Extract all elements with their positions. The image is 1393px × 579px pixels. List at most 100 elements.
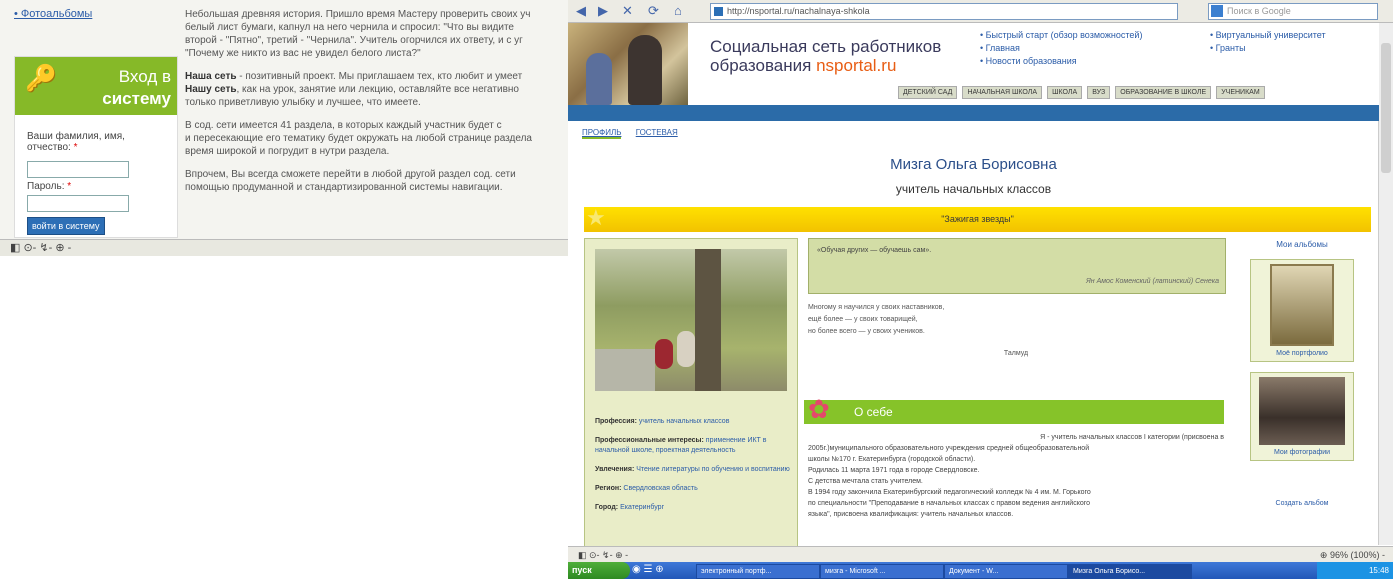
album-caption[interactable]: Мои фотографии — [1255, 449, 1349, 456]
album-photos[interactable]: Мои фотографии — [1250, 372, 1354, 461]
back-icon[interactable]: ◀ — [576, 3, 586, 19]
album-thumbnail — [1270, 264, 1334, 346]
story-line: "Почему же никто из вас не увидел белого… — [185, 48, 421, 59]
taskbar-item[interactable]: электронный портф... — [696, 564, 820, 579]
reload-icon[interactable]: ⟳ — [648, 3, 659, 19]
favicon-icon — [714, 7, 723, 16]
start-button[interactable]: пуск — [568, 562, 630, 579]
story-line: Небольшая древняя история. Пришло время … — [185, 9, 531, 20]
vertical-scrollbar[interactable] — [1378, 23, 1393, 545]
quick-start-link[interactable]: • Быстрый старт (обзор возможностей) — [980, 29, 1142, 42]
photo-tree — [695, 249, 721, 391]
header-photo-child — [586, 53, 612, 105]
info-row: Увлечения: Чтение литературы по обучению… — [595, 465, 790, 475]
sections-line: время широкой и погрудит в нутри раздела… — [185, 146, 390, 157]
scrollbar-thumb[interactable] — [1381, 43, 1391, 173]
about-line: С детства мечтала стать учителем. — [808, 478, 923, 485]
motto-text: "Зажигая звезды" — [941, 214, 1014, 224]
photo-child — [655, 339, 673, 369]
tab-kindergarten[interactable]: ДЕТСКИЙ САД — [898, 86, 958, 99]
nav-line: Впрочем, Вы всегда сможете перейти в люб… — [185, 169, 516, 180]
quote-box: «Обучая других — обучаешь сам». Ян Амос … — [808, 238, 1226, 294]
site-name-line1: Социальная сеть работников — [710, 37, 942, 56]
intro-text: Небольшая древняя история. Пришло время … — [185, 8, 570, 204]
header-photo — [568, 23, 688, 105]
info-value[interactable]: учитель начальных классов — [639, 418, 730, 425]
site-brand: nsportal.ru — [816, 56, 897, 75]
address-bar[interactable]: http://nsportal.ru/nachalnaya-shkola — [710, 3, 1178, 20]
album-portfolio[interactable]: Моё портфолио — [1250, 259, 1354, 362]
sidebar-photoalbums-link[interactable]: • Фотоальбомы — [14, 8, 92, 20]
profile-info: Профессия: учитель начальных классов Про… — [595, 417, 790, 522]
project-line: только приветливую улыбку и лучшее, что … — [185, 97, 421, 108]
info-row: Регион: Свердловская область — [595, 484, 790, 494]
taskbar-item[interactable]: Документ - W... — [944, 564, 1068, 579]
zoom-level[interactable]: ⊕ 96% (100%) - — [1320, 547, 1385, 563]
albums-panel: Мои альбомы Моё портфолио Мои фотографии… — [1232, 238, 1372, 507]
about-line: школы №170 г. Екатеринбурга (городской о… — [808, 456, 976, 463]
name-input[interactable] — [27, 161, 129, 178]
about-title: О себе — [854, 405, 893, 419]
info-row: Город: Екатеринбург — [595, 503, 790, 513]
login-button[interactable]: войти в систему — [27, 217, 105, 235]
info-row: Профессиональные интересы: применение ИК… — [595, 436, 790, 456]
password-input[interactable] — [27, 195, 129, 212]
search-input[interactable]: Поиск в Google — [1208, 3, 1378, 20]
profile-sidebar: Профессия: учитель начальных классов Про… — [584, 238, 798, 550]
tab-university[interactable]: ВУЗ — [1087, 86, 1111, 99]
info-value[interactable]: Екатеринбург — [620, 504, 664, 511]
virtual-university-link[interactable]: • Виртуальный университет — [1210, 29, 1326, 42]
tab-guestbook[interactable]: ГОСТЕВАЯ — [636, 128, 678, 137]
album-thumbnail — [1259, 377, 1345, 445]
info-key: Увлечения: — [595, 466, 635, 473]
password-label-text: Пароль: — [27, 181, 65, 192]
profile-name: Мизга Ольга Борисовна — [890, 156, 1057, 173]
story-line: второй - "Пятно", третий - "Чернила". Уч… — [185, 35, 523, 46]
taskbar-item-active[interactable]: Мизга Ольга Борисо... — [1068, 564, 1192, 579]
category-tabs: ДЕТСКИЙ САД НАЧАЛЬНАЯ ШКОЛА ШКОЛА ВУЗ ОБ… — [898, 85, 1267, 101]
story-paragraph: Небольшая древняя история. Пришло время … — [185, 8, 570, 60]
header-links-col2: • Виртуальный университет • Гранты — [1210, 29, 1326, 55]
project-line: - позитивный проект. Мы приглашаем тех, … — [236, 71, 523, 82]
flower-icon: ✿ — [808, 394, 830, 424]
left-status-bar: ◧ ⊙- ↯- ⊕ - — [0, 239, 570, 256]
home-icon[interactable]: ⌂ — [674, 3, 682, 18]
login-title-line2: систему — [102, 89, 171, 108]
home-link[interactable]: • Главная — [980, 42, 1142, 55]
taskbar-item[interactable]: мизга - Microsoft ... — [820, 564, 944, 579]
tab-students[interactable]: УЧЕНИКАМ — [1216, 86, 1265, 99]
sections-line: В сод. сети имеется 41 раздела, в которы… — [185, 120, 502, 131]
quick-launch[interactable]: ◉ ☰ ⊕ — [632, 564, 664, 575]
about-line: Родилась 11 марта 1971 года в городе Све… — [808, 467, 980, 474]
site-logo-text[interactable]: Социальная сеть работников образования n… — [710, 37, 941, 75]
header-divider-bar — [568, 105, 1379, 121]
info-value[interactable]: Свердловская область — [623, 485, 697, 492]
photo-path — [595, 349, 655, 391]
tab-profile[interactable]: ПРОФИЛЬ — [582, 128, 622, 139]
about-line: 2005г.)муниципального образовательного у… — [808, 445, 1090, 452]
header-links-col1: • Быстрый старт (обзор возможностей) • Г… — [980, 29, 1142, 68]
system-tray-clock[interactable]: 15:48 — [1317, 562, 1393, 579]
album-caption[interactable]: Моё портфолио — [1255, 350, 1349, 357]
albums-title: Мои альбомы — [1276, 240, 1328, 249]
site-name-line2: образования — [710, 56, 817, 75]
project-bold: Нашу сеть — [185, 84, 237, 95]
tab-primary-school[interactable]: НАЧАЛЬНАЯ ШКОЛА — [962, 86, 1043, 99]
profile-photo — [595, 249, 787, 391]
nav-line: помощью продуманной и стандартизированно… — [185, 182, 503, 193]
about-line: по специальности "Преподавание в начальн… — [808, 500, 1091, 507]
create-album-link[interactable]: Создать альбом — [1232, 500, 1372, 507]
tab-school[interactable]: ШКОЛА — [1047, 86, 1083, 99]
login-header: 🔑 Вход в систему — [15, 57, 177, 115]
epigraph-line: ещё более — у своих товарищей, — [808, 316, 918, 323]
search-placeholder: Поиск в Google — [1227, 6, 1291, 16]
tab-education-in-school[interactable]: ОБРАЗОВАНИЕ В ШКОЛЕ — [1115, 86, 1212, 99]
grants-link[interactable]: • Гранты — [1210, 42, 1326, 55]
info-value[interactable]: Чтение литературы по обучению и воспитан… — [636, 466, 790, 473]
required-mark: * — [73, 142, 78, 153]
news-link[interactable]: • Новости образования — [980, 55, 1142, 68]
stop-icon[interactable]: ✕ — [622, 3, 633, 19]
browser-toolbar: ◀ ▶ ✕ ⟳ ⌂ http://nsportal.ru/nachalnaya-… — [568, 0, 1393, 23]
forward-icon[interactable]: ▶ — [598, 3, 608, 19]
key-icon: 🔑 — [25, 63, 58, 93]
